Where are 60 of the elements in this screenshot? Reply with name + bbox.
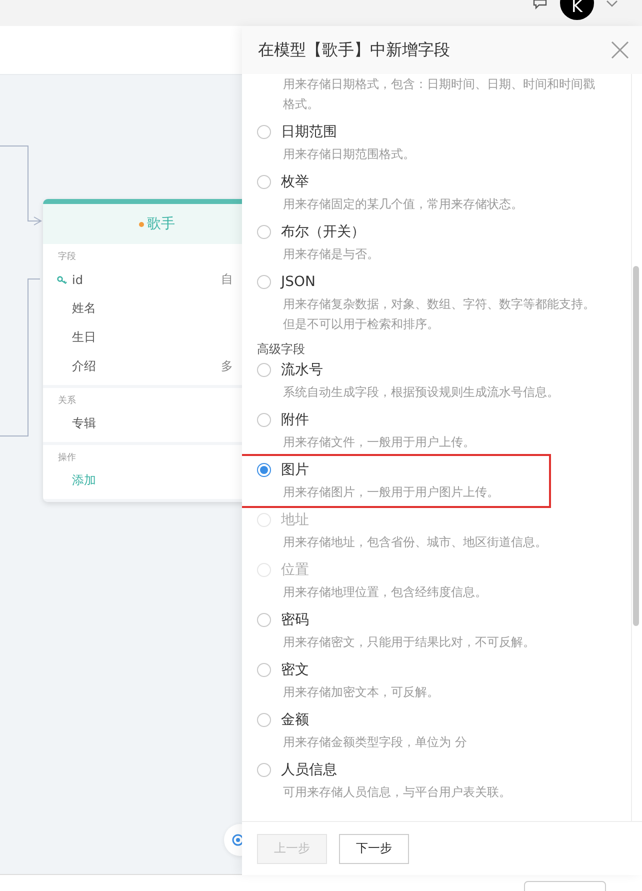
option-title: 人员信息 (281, 761, 337, 779)
radio-button[interactable] (257, 713, 271, 727)
option-description: 用来存储地址，包含省份、城市、地区街道信息。 (282, 534, 548, 551)
option-title: 枚举 (281, 173, 309, 191)
option-description: 用来存储日期格式，包含：日期时间、日期、时间和时间戳格式。 (282, 76, 596, 113)
radio-button[interactable] (257, 763, 271, 777)
option-description: 用来存储是与否。 (282, 246, 380, 263)
option-title: 日期范围 (281, 123, 337, 141)
radio-button[interactable] (257, 125, 271, 139)
field-name: 生日 (72, 329, 96, 346)
option-title: 地址 (281, 511, 309, 529)
option-title: 密文 (281, 661, 309, 679)
option-description: 可用来存储人员信息，与平台用户表关联。 (282, 784, 512, 801)
option-title: 图片 (281, 461, 309, 479)
option-title: 附件 (281, 411, 309, 429)
section-label: 字段 (58, 250, 76, 263)
step-button[interactable]: 下一步 (339, 834, 409, 864)
field-type: 自 (221, 271, 233, 288)
field-name: 姓名 (72, 300, 96, 317)
section-label: 操作 (58, 452, 76, 464)
option-title: 金额 (281, 711, 309, 729)
radio-button[interactable] (257, 175, 271, 189)
option-description: 用来存储金额类型字段，单位为 分 (282, 734, 468, 751)
close-icon (610, 40, 630, 60)
option-title: JSON (281, 274, 316, 290)
group-label: 高级字段 (257, 341, 306, 358)
option-description: 用来存储固定的某几个值，常用来存储状态。 (282, 196, 524, 213)
field-name: 专辑 (72, 415, 96, 432)
option-description: 用来存储密文，只能用于结果比对，不可反解。 (282, 634, 536, 651)
option-title: 布尔（开关） (281, 223, 365, 241)
drawer-title: 在模型【歌手】中新增字段 (258, 40, 450, 60)
circle-icon (232, 834, 244, 846)
radio-button[interactable] (257, 413, 271, 427)
field-name: id (72, 272, 83, 286)
option-title: 流水号 (281, 361, 323, 379)
option-title: 密码 (281, 611, 309, 629)
radio-button[interactable] (257, 363, 271, 377)
close-button[interactable] (610, 40, 630, 60)
card-title: 歌手 (147, 215, 175, 233)
scrollbar[interactable] (631, 74, 640, 821)
field-name: 介绍 (72, 358, 96, 375)
option-description: 用来存储日期范围格式。 (282, 146, 416, 163)
option-description: 用来存储复杂数据，对象、数组、字符、数字等都能支持。但是不可以用于检索和排序。 (282, 296, 596, 333)
radio-button[interactable] (257, 663, 271, 677)
chat-icon[interactable] (532, 0, 548, 10)
option-description: 用来存储地理位置，包含经纬度信息。 (282, 584, 488, 601)
option-description: 用来存储加密文本，可反解。 (282, 684, 440, 701)
status-dot (139, 222, 144, 226)
radio-button[interactable] (257, 275, 271, 289)
chevron-down-icon[interactable] (606, 0, 618, 8)
option-description: 用来存储图片，一般用于用户图片上传。 (282, 484, 500, 501)
field-type: 多 (221, 358, 233, 375)
option-description: 用来存储文件，一般用于用户上传。 (282, 434, 476, 451)
radio-button[interactable] (257, 463, 271, 477)
radio-button[interactable] (257, 613, 271, 627)
key-icon (57, 276, 68, 284)
section-label: 关系 (58, 394, 76, 407)
option-description: 系统自动生成字段，根据预设规则生成流水号信息。 (282, 384, 560, 401)
radio-button[interactable] (257, 225, 271, 239)
option-title: 位置 (281, 561, 309, 579)
